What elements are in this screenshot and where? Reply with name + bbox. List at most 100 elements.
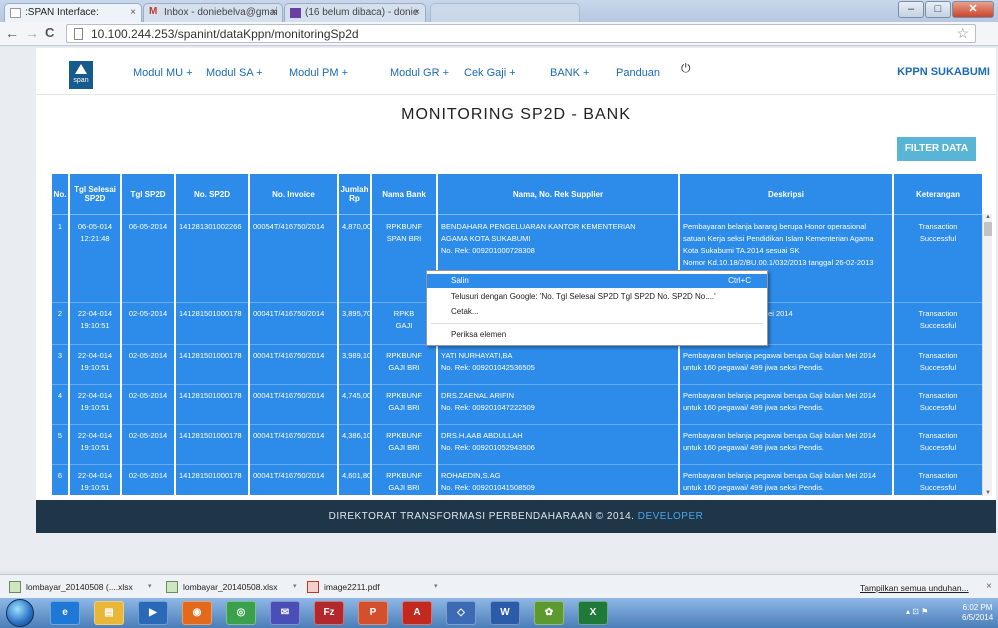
table-cell: 22-04-014 19:10:51 (77, 351, 113, 372)
filter-data-button[interactable]: FILTER DATA (897, 137, 976, 161)
nav-modul-mu[interactable]: Modul MU + (133, 67, 193, 79)
minimize-button[interactable]: – (898, 1, 924, 18)
table-cell: Transaction Successful (918, 471, 958, 492)
row-divider (250, 302, 337, 303)
download-item[interactable]: lombayar_20140508.xlsx ▾ (165, 579, 305, 596)
tab-yahoo-mail[interactable]: (16 belum dibaca) - donie × (284, 3, 426, 22)
table-header-cell[interactable]: Nama Bank (372, 174, 436, 215)
chrome-icon[interactable]: ◎ (226, 601, 256, 625)
back-button[interactable]: ← (5, 25, 19, 41)
row-divider (176, 384, 248, 385)
reload-button[interactable]: C (45, 25, 54, 40)
power-icon[interactable]: ⏻ (681, 61, 691, 76)
clock[interactable]: 6:02 PM 6/5/2014 (962, 603, 993, 623)
table-cell: 02-05-2014 (128, 309, 168, 318)
table-cell: 4,745,000 (342, 391, 370, 400)
tab-blank[interactable] (430, 3, 580, 22)
filezilla-icon[interactable]: Fz (314, 601, 344, 625)
clock-date: 6/5/2014 (962, 613, 994, 622)
span-logo[interactable]: span (69, 61, 93, 89)
pdf-file-icon (307, 581, 319, 593)
table-cell: Pembayaran belanja pegawai berupa Gaji b… (683, 351, 877, 372)
context-menu-search-google[interactable]: Telusuri dengan Google: 'No. Tgl Selesai… (427, 290, 767, 304)
context-menu-copy[interactable]: Salin Ctrl+C (427, 274, 767, 288)
nav-bank[interactable]: BANK + (550, 67, 589, 79)
excel-icon[interactable]: X (578, 601, 608, 625)
table-header-cell[interactable]: Deskripsi (680, 174, 892, 215)
table-cell: 4,601,800 (342, 471, 370, 480)
close-window-button[interactable]: ✕ (952, 1, 994, 18)
nav-cek-gaji[interactable]: Cek Gaji + (464, 67, 516, 79)
table-header-cell[interactable]: Tgl Selesai SP2D (70, 174, 120, 215)
row-divider (339, 344, 370, 345)
page-icon (74, 28, 83, 40)
chevron-down-icon[interactable]: ▾ (148, 582, 152, 590)
col-tgl-selesai: Tgl Selesai SP2D 06-05-014 12:21:48 22-04-0… (70, 174, 120, 495)
page-title: MONITORING SP2D - BANK (401, 106, 631, 123)
maximize-button[interactable]: □ (925, 1, 951, 18)
virtualbox-icon[interactable]: ◇ (446, 601, 476, 625)
menu-label: Periksa elemen (451, 330, 507, 339)
acrobat-icon[interactable]: A (402, 601, 432, 625)
table-cell: 06-05-014 12:21:48 (77, 222, 113, 243)
table-header-cell[interactable]: No. SP2D (176, 174, 248, 215)
table-header-cell[interactable]: No. Invoice (250, 174, 337, 215)
row-divider (339, 384, 370, 385)
table-header-cell[interactable]: Jumlah Rp (339, 174, 370, 215)
nav-modul-sa[interactable]: Modul SA + (206, 67, 263, 79)
menu-label: Salin (451, 276, 469, 285)
scroll-down-icon[interactable]: ▼ (985, 490, 991, 496)
table-scrollbar[interactable]: ▲ ▼ (982, 214, 992, 496)
col-no: No. 1 2 3 4 5 6 (52, 174, 68, 495)
chevron-down-icon[interactable]: ▾ (293, 582, 297, 590)
start-button[interactable] (6, 599, 34, 627)
table-header-cell[interactable]: Tgl SP2D (122, 174, 174, 215)
table-cell: 00054T/416750/2014 (253, 222, 325, 231)
download-item[interactable]: lombayar_20140508 (....xlsx ▾ (8, 579, 158, 596)
close-icon[interactable]: × (986, 581, 992, 592)
context-menu-print[interactable]: Cetak... (427, 305, 767, 319)
table-header-cell[interactable]: Keterangan (894, 174, 982, 215)
tab-span-interface[interactable]: :SPAN Interface: × (4, 3, 142, 22)
row-divider (176, 344, 248, 345)
outlook-icon[interactable]: ✉ (270, 601, 300, 625)
table-cell: 02-05-2014 (128, 351, 168, 360)
close-icon[interactable]: × (271, 7, 277, 18)
word-icon[interactable]: W (490, 601, 520, 625)
table-header-cell[interactable]: No. (52, 174, 68, 215)
powerpoint-icon[interactable]: P (358, 601, 388, 625)
tab-gmail-inbox[interactable]: M Inbox - doniebelva@gmai × (143, 3, 283, 22)
nav-modul-gr[interactable]: Modul GR + (390, 67, 449, 79)
download-item[interactable]: image2211.pdf ▾ (306, 579, 446, 596)
close-icon[interactable]: × (130, 7, 136, 18)
table-cell: 22-04-014 19:10:51 (77, 431, 113, 452)
close-icon[interactable]: × (414, 7, 420, 18)
context-menu-inspect[interactable]: Periksa elemen (427, 328, 767, 342)
nav-modul-pm[interactable]: Modul PM + (289, 67, 348, 79)
forward-button[interactable]: → (25, 25, 39, 41)
scroll-thumb[interactable] (984, 222, 992, 236)
row-divider (52, 344, 68, 345)
table-cell: Pembayaran belanja pegawai berupa Gaji b… (683, 391, 877, 412)
chevron-down-icon[interactable]: ▾ (434, 582, 438, 590)
firefox-icon[interactable]: ◉ (182, 601, 212, 625)
clock-time: 6:02 PM (962, 603, 993, 612)
explorer-icon[interactable]: ▤ (94, 601, 124, 625)
table-header-cell[interactable]: Nama, No. Rek Supplier (438, 174, 678, 215)
row-divider (122, 344, 174, 345)
frog-icon[interactable]: ✿ (534, 601, 564, 625)
ie-icon[interactable]: e (50, 601, 80, 625)
bookmark-star-icon[interactable]: ☆ (956, 25, 969, 42)
download-bar: lombayar_20140508 (....xlsx ▾ lombayar_2… (0, 574, 998, 598)
footer-developer-link[interactable]: DEVELOPER (638, 511, 704, 522)
nav-panduan[interactable]: Panduan (616, 67, 660, 79)
row-divider (122, 424, 174, 425)
row-divider (894, 384, 982, 385)
media-icon[interactable]: ▶ (138, 601, 168, 625)
scroll-up-icon[interactable]: ▲ (985, 214, 991, 220)
url-field[interactable]: 10.100.244.253/spanint/dataKppn/monitori… (66, 24, 976, 43)
tray-icons[interactable]: ▴ ⊡ ⚑ (906, 607, 928, 616)
download-filename: image2211.pdf (324, 582, 380, 592)
excel-file-icon (166, 581, 178, 593)
show-all-downloads-link[interactable]: Tampilkan semua unduhan... (860, 583, 969, 593)
